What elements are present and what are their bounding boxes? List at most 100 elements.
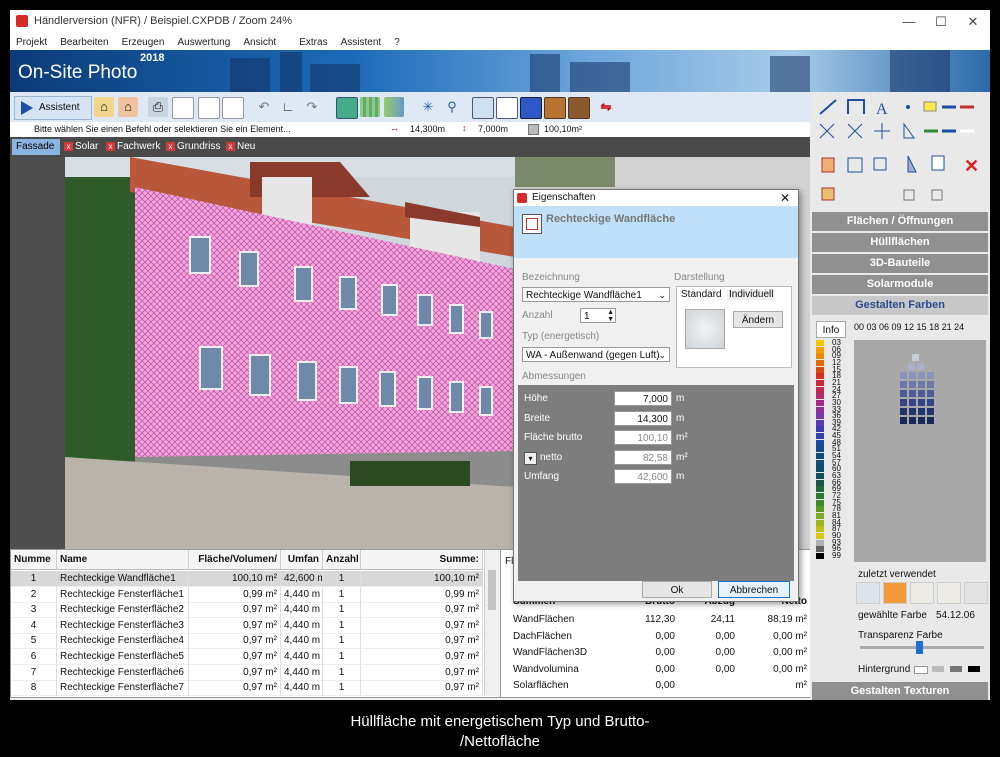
color-shade-cell[interactable] xyxy=(900,372,907,379)
table-row[interactable]: 2 Rechteckige Fensterfläche1 0,99 m² 4,440 … xyxy=(11,586,483,603)
transparency-slider[interactable] xyxy=(860,641,984,654)
table-row[interactable]: 1 Rechteckige Wandfläche1 100,10 m² 42,600 … xyxy=(11,571,483,587)
bg-light-swatch[interactable] xyxy=(932,666,944,672)
recent-color-swatch[interactable] xyxy=(856,582,880,604)
color-swatch[interactable] xyxy=(816,426,824,433)
color-shade-cell[interactable] xyxy=(909,417,916,424)
color-swatch[interactable] xyxy=(816,512,824,519)
color-shade-cell[interactable] xyxy=(909,381,916,388)
layer-icon[interactable] xyxy=(568,97,590,119)
redo-icon[interactable]: ↷ xyxy=(302,97,322,117)
color-swatch[interactable] xyxy=(816,386,824,393)
color-swatch[interactable] xyxy=(816,359,824,366)
close-button[interactable]: ✕ xyxy=(958,13,988,31)
menu-auswertung[interactable]: Auswertung xyxy=(178,37,231,48)
home-icon[interactable]: ⌂ xyxy=(118,97,138,117)
color-shade-cell[interactable] xyxy=(918,417,925,424)
color-shade-cell[interactable] xyxy=(900,417,907,424)
col-header-perimeter[interactable]: Umfan xyxy=(281,550,323,570)
minimize-button[interactable]: — xyxy=(894,13,924,31)
color-shade-cell[interactable] xyxy=(927,399,934,406)
recent-color-swatch[interactable] xyxy=(883,582,907,604)
col-header-number[interactable]: Numme xyxy=(11,550,57,570)
color-swatch[interactable] xyxy=(816,406,824,413)
section-3d-bauteile[interactable]: 3D-Bauteile xyxy=(812,254,988,273)
recent-color-swatch[interactable] xyxy=(910,582,934,604)
tab-fachwerk[interactable]: x Fachwerk xyxy=(106,139,160,155)
export-icon[interactable] xyxy=(222,97,244,119)
table-row[interactable]: 8 Rechteckige Fensterfläche7 0,97 m² 4,440 … xyxy=(11,680,483,697)
info-button[interactable]: Info xyxy=(816,321,846,338)
color-shade-cell[interactable] xyxy=(927,408,934,415)
section-gestalten-texturen[interactable]: Gestalten Texturen xyxy=(812,682,988,700)
color-swatch[interactable] xyxy=(816,492,824,499)
open-project-icon[interactable]: ⌂ xyxy=(94,97,114,117)
tab-solar[interactable]: x Solar xyxy=(64,139,98,155)
bezeichnung-select[interactable]: Rechteckige Wandfläche1 ⌄ xyxy=(522,287,670,302)
color-shade-cell[interactable] xyxy=(900,408,907,415)
color-swatch[interactable] xyxy=(816,479,824,486)
bg-dark-swatch[interactable] xyxy=(950,666,962,672)
color-swatch[interactable] xyxy=(816,459,824,466)
color-swatch[interactable] xyxy=(816,519,824,526)
bg-white-swatch[interactable] xyxy=(914,666,928,674)
netto-toggle-icon[interactable]: ▾ xyxy=(524,451,537,465)
color-swatch[interactable] xyxy=(816,453,824,460)
measure-icon[interactable]: ∟ xyxy=(278,97,298,117)
color-swatch[interactable] xyxy=(816,499,824,506)
menu-projekt[interactable]: Projekt xyxy=(16,37,47,48)
dim-value-field[interactable]: 82,58 xyxy=(614,449,672,465)
color-shade-cell[interactable] xyxy=(908,363,915,370)
section-gestalten-farben[interactable]: Gestalten Farben xyxy=(812,296,988,315)
zoom-icon[interactable]: ⚲ xyxy=(442,97,462,117)
color-shade-cell[interactable] xyxy=(927,372,934,379)
color-swatch[interactable] xyxy=(816,506,824,513)
snap-icon[interactable]: ✳ xyxy=(418,97,438,117)
section-flaechen-oeffnungen[interactable]: Flächen / Öffnungen xyxy=(812,212,988,231)
menu-extras[interactable]: Extras xyxy=(299,37,327,48)
tab-grundriss[interactable]: x Grundriss xyxy=(166,139,220,155)
document-icon[interactable] xyxy=(172,97,194,119)
color-shade-cell[interactable] xyxy=(918,372,925,379)
close-icon[interactable]: x xyxy=(166,141,175,151)
table-row[interactable]: 7 Rechteckige Fensterfläche6 0,97 m² 4,440 … xyxy=(11,664,483,681)
color-shade-cell[interactable] xyxy=(918,390,925,397)
menu-assistent[interactable]: Assistent xyxy=(341,37,382,48)
color-swatch[interactable] xyxy=(816,366,824,373)
drawing-tools[interactable]: A ✕ xyxy=(814,94,986,206)
color-swatch[interactable] xyxy=(816,526,824,533)
color-shade-cell[interactable] xyxy=(918,408,925,415)
table-row[interactable]: 4 Rechteckige Fensterfläche3 0,97 m² 4,440 … xyxy=(11,617,483,634)
print-icon[interactable]: ⎙ xyxy=(148,97,168,117)
color-shade-cell[interactable] xyxy=(918,381,925,388)
color-shade-cell[interactable] xyxy=(909,408,916,415)
recent-color-swatch[interactable] xyxy=(964,582,988,604)
close-icon[interactable]: x xyxy=(226,141,235,151)
typ-select[interactable]: WA - Außenwand (gegen Luft) ⌄ xyxy=(522,347,670,362)
col-header-sum[interactable]: Summe: xyxy=(361,550,483,570)
table-row[interactable]: 5 Rechteckige Fensterfläche4 0,97 m² 4,440 … xyxy=(11,633,483,650)
color-swatch[interactable] xyxy=(816,340,824,346)
table-row[interactable]: 6 Rechteckige Fensterfläche5 0,97 m² 4,440 … xyxy=(11,649,483,665)
stepper-arrows-icon[interactable]: ▲ ▼ xyxy=(607,309,614,323)
aendern-button[interactable]: Ändern xyxy=(733,311,783,328)
color-swatch[interactable] xyxy=(816,466,824,473)
tab-individuell[interactable]: Individuell xyxy=(727,289,776,300)
color-swatch[interactable] xyxy=(816,539,824,546)
texture-icon[interactable] xyxy=(544,97,566,119)
color-shade-grid[interactable] xyxy=(854,340,986,562)
color-shade-cell[interactable] xyxy=(909,372,916,379)
pattern-view-icon[interactable] xyxy=(384,97,404,117)
section-solarmodule[interactable]: Solarmodule xyxy=(812,275,988,294)
tab-neu[interactable]: x Neu xyxy=(226,139,255,155)
color-shade-cell[interactable] xyxy=(927,381,934,388)
close-icon[interactable]: x xyxy=(106,141,115,151)
close-icon[interactable]: x xyxy=(64,141,73,151)
color-shade-cell[interactable] xyxy=(918,399,925,406)
color-swatch[interactable] xyxy=(816,546,824,553)
color-swatch[interactable] xyxy=(816,419,824,426)
frame-icon[interactable] xyxy=(472,97,494,119)
assistant-button[interactable]: Assistent xyxy=(14,96,92,120)
color-shade-cell[interactable] xyxy=(900,390,907,397)
color-shade-cell[interactable] xyxy=(912,354,919,361)
